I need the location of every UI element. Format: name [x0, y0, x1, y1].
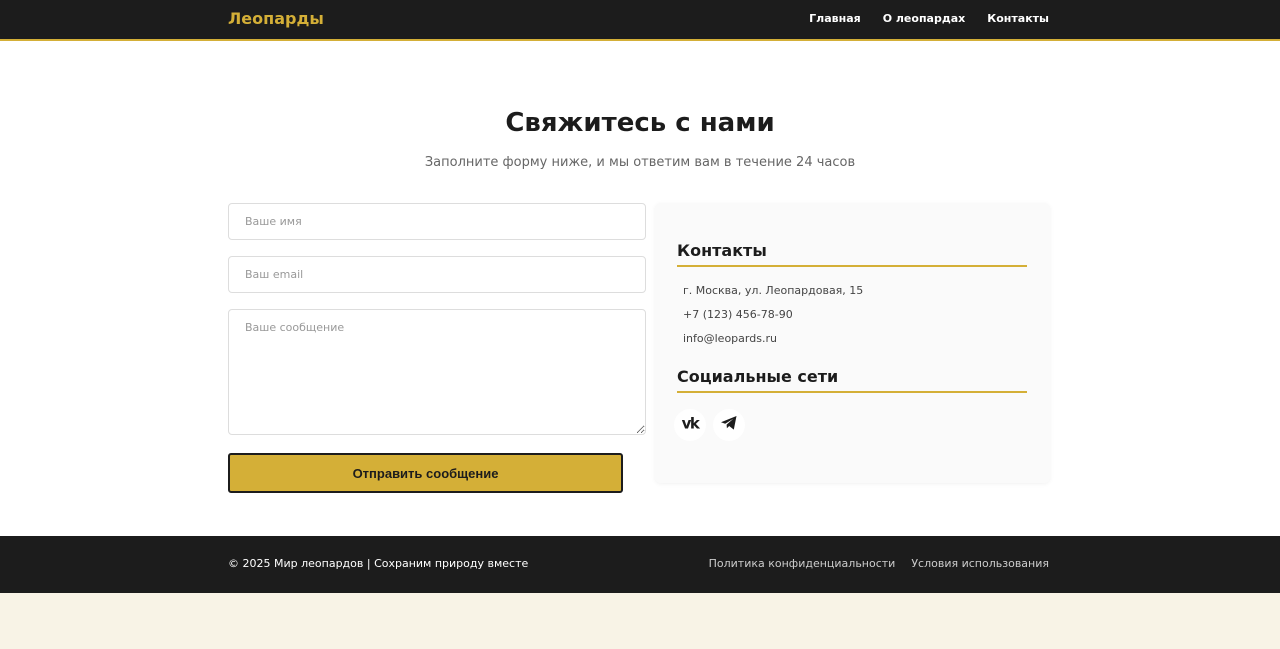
footer-copyright: © 2025 Мир леопардов | Сохраним природу … [228, 557, 529, 570]
site-header: Леопарды Главная О леопардах Контакты [0, 0, 1280, 41]
main-nav: Главная О леопардах Контакты [809, 12, 1049, 25]
nav-link-home[interactable]: Главная [809, 12, 861, 25]
social-heading: Социальные сети [677, 367, 1027, 393]
contact-info-card: Контакты г. Москва, ул. Леопардовая, 15 … [655, 203, 1050, 483]
submit-button[interactable]: Отправить сообщение [228, 453, 623, 493]
footer-links: Политика конфиденциальности Условия испо… [709, 557, 1049, 570]
site-footer: © 2025 Мир леопардов | Сохраним природу … [0, 536, 1280, 593]
footer-link-privacy[interactable]: Политика конфиденциальности [709, 557, 896, 570]
nav-link-about[interactable]: О леопардах [883, 12, 966, 25]
contact-section: Свяжитесь с нами Заполните форму ниже, и… [0, 41, 1280, 536]
contact-email: info@leopards.ru [683, 332, 777, 345]
page-subtitle: Заполните форму ниже, и мы ответим вам в… [424, 155, 856, 170]
svg-text:vk: vk [682, 415, 701, 431]
page-title: Свяжитесь с нами [505, 108, 775, 138]
message-textarea[interactable] [228, 309, 646, 435]
contact-address: г. Москва, ул. Леопардовая, 15 [683, 284, 864, 297]
contact-phone: +7 (123) 456-78-90 [683, 308, 793, 321]
vk-link[interactable]: vk [674, 409, 706, 441]
email-input[interactable] [228, 256, 646, 293]
vk-icon: vk [678, 415, 703, 435]
telegram-icon [720, 415, 738, 435]
brand-logo[interactable]: Леопарды [228, 9, 324, 28]
contacts-heading: Контакты [677, 241, 1027, 267]
nav-link-contacts[interactable]: Контакты [987, 12, 1049, 25]
footer-link-terms[interactable]: Условия использования [911, 557, 1049, 570]
telegram-link[interactable] [713, 409, 745, 441]
name-input[interactable] [228, 203, 646, 240]
